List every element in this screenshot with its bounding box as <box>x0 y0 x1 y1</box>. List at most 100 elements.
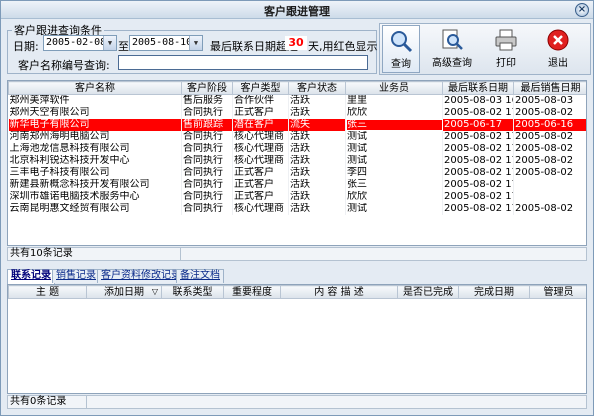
table-cell: 活跃 <box>288 178 346 191</box>
advanced-query-button[interactable]: 高级查询 <box>428 25 476 73</box>
customer-grid[interactable]: 客户名称 客户阶段 客户类型 客户状态 业务员 最后联系日期 最后销售日期 郑州… <box>7 80 587 246</box>
table-cell: 新华电子有限公司 <box>8 118 182 131</box>
table-cell: 新建县新概念科技开发有限公司 <box>8 178 182 191</box>
printer-icon <box>495 29 517 51</box>
column-header[interactable]: 主 题 <box>8 285 87 299</box>
table-row[interactable]: 郑州天空有限公司合同执行正式客户活跃欣欣2005-08-02 17:12005-… <box>8 106 586 119</box>
table-cell: 欣欣 <box>345 106 443 119</box>
table-cell: 活跃 <box>288 202 346 215</box>
table-cell: 合同执行 <box>181 190 233 203</box>
column-header[interactable]: 内 容 描 述 <box>280 285 398 299</box>
date-to-label: 至 <box>118 40 129 53</box>
table-cell: 合同执行 <box>181 106 233 119</box>
customer-record-count: 共有10条记录 <box>10 248 73 259</box>
contact-grid[interactable]: 主 题 添加日期 ▽ 联系类型 重要程度 内 容 描 述 是否已完成 完成日期 … <box>7 284 587 394</box>
date-to-picker[interactable]: 2005-08-10 ▼ <box>129 35 203 51</box>
table-cell: 合同执行 <box>181 142 233 155</box>
last-contact-suffix: 天,用红色显示 <box>308 40 378 53</box>
table-cell: 2005-08-02 17:1 <box>442 154 514 167</box>
table-cell: 正式客户 <box>232 190 289 203</box>
table-cell: 2005-08-02 <box>513 142 586 155</box>
table-row[interactable]: 新华电子有限公司 售前跟踪 潜在客户 流失 张三 2005-06-17 2005-06-16 <box>8 118 586 131</box>
days-input[interactable]: 30 <box>285 36 307 50</box>
table-cell: 2005-08-02 <box>513 106 586 119</box>
table-cell: 郑州美萍软件 <box>8 94 182 107</box>
table-cell: 2005-08-02 17:1 <box>442 106 514 119</box>
table-cell: 2005-08-02 <box>513 202 586 215</box>
table-cell: 核心代理商 <box>232 154 289 167</box>
column-header[interactable]: 客户名称 <box>8 81 182 95</box>
table-row[interactable]: 三丰电子科技有限公司合同执行正式客户活跃李四2005-08-02 17:0200… <box>8 166 586 179</box>
title-bar: 客户跟进管理 × <box>1 1 593 19</box>
chevron-down-icon[interactable]: ▼ <box>189 36 202 50</box>
table-cell: 2005-08-02 <box>513 154 586 167</box>
table-row[interactable]: 郑州美萍软件售后服务合作伙伴活跃里里2005-08-03 16:42005-08… <box>8 94 586 107</box>
table-cell: 活跃 <box>288 94 346 107</box>
table-cell <box>513 178 586 191</box>
date-from-picker[interactable]: 2005-02-08 ▼ <box>43 35 117 51</box>
column-header[interactable]: 客户类型 <box>232 81 289 95</box>
table-row[interactable]: 河南郑州海明电脑公司合同执行核心代理商活跃测试2005-08-02 17:120… <box>8 130 586 143</box>
table-cell: 张三 <box>345 118 443 131</box>
table-cell: 正式客户 <box>232 178 289 191</box>
contact-record-count: 共有0条记录 <box>10 396 67 407</box>
column-header[interactable]: 完成日期 <box>458 285 530 299</box>
column-header[interactable]: 最后销售日期 <box>513 81 586 95</box>
column-header[interactable]: 最后联系日期 <box>442 81 514 95</box>
tab-sales-records[interactable]: 销售记录 <box>52 269 100 283</box>
table-cell: 测试 <box>345 202 443 215</box>
exit-icon <box>547 29 569 51</box>
table-cell: 2005-08-02 17:0 <box>442 166 514 179</box>
table-cell: 流失 <box>288 118 346 131</box>
table-cell: 2005-08-02 <box>513 166 586 179</box>
table-cell: 云南昆明惠文经贸有限公司 <box>8 202 182 215</box>
advanced-query-label: 高级查询 <box>432 58 472 69</box>
table-cell: 三丰电子科技有限公司 <box>8 166 182 179</box>
table-cell: 合同执行 <box>181 166 233 179</box>
table-cell: 核心代理商 <box>232 202 289 215</box>
table-cell <box>513 190 586 203</box>
customer-followup-window: 客户跟进管理 × 客户跟进查询条件 日期: 2005-02-08 ▼ 至 200… <box>0 0 594 416</box>
close-icon[interactable]: × <box>575 3 589 17</box>
advanced-search-icon <box>442 29 463 50</box>
query-button[interactable]: 查询 <box>382 25 420 73</box>
column-header[interactable]: 管理员 <box>529 285 586 299</box>
date-from-value: 2005-02-08 <box>46 37 107 48</box>
table-row[interactable]: 上海池龙信息科技有限公司合同执行核心代理商活跃测试2005-08-02 17:1… <box>8 142 586 155</box>
print-button[interactable]: 打印 <box>484 25 528 73</box>
chevron-down-icon[interactable]: ▼ <box>103 36 116 50</box>
tab-customer-change-records[interactable]: 客户资料修改记录 <box>97 269 185 283</box>
column-header[interactable]: 客户阶段 <box>181 81 233 95</box>
table-cell: 测试 <box>345 154 443 167</box>
name-search-input[interactable] <box>118 55 368 70</box>
exit-button-label: 退出 <box>548 58 568 69</box>
column-header[interactable]: 业务员 <box>345 81 443 95</box>
tab-contact-records[interactable]: 联系记录 <box>7 269 55 284</box>
table-cell: 核心代理商 <box>232 130 289 143</box>
tab-notes[interactable]: 备注文档 <box>176 269 224 283</box>
table-row[interactable]: 云南昆明惠文经贸有限公司合同执行核心代理商活跃测试2005-08-02 17:1… <box>8 202 586 215</box>
table-row[interactable]: 深圳市雄诺电脑技术服务中心合同执行正式客户活跃欣欣2005-08-02 17:2 <box>8 190 586 203</box>
table-cell: 合同执行 <box>181 154 233 167</box>
date-label: 日期: <box>13 40 39 53</box>
column-header[interactable]: 是否已完成 <box>397 285 459 299</box>
table-row[interactable]: 新建县新概念科技开发有限公司合同执行正式客户活跃张三2005-08-02 17:… <box>8 178 586 191</box>
column-header[interactable]: 重要程度 <box>223 285 281 299</box>
contact-grid-header: 主 题 添加日期 ▽ 联系类型 重要程度 内 容 描 述 是否已完成 完成日期 … <box>8 285 586 299</box>
toolbar: 查询 高级查询 打印 退出 <box>379 23 591 75</box>
name-search-label: 客户名称编号查询: <box>18 59 110 72</box>
table-cell: 2005-08-03 16:4 <box>442 94 514 107</box>
sort-icon[interactable]: ▽ <box>152 287 158 298</box>
exit-button[interactable]: 退出 <box>536 25 580 73</box>
column-header-label: 添加日期 <box>104 286 144 298</box>
table-row[interactable]: 北京科利锐达科技开发中心合同执行核心代理商活跃测试2005-08-02 17:1… <box>8 154 586 167</box>
table-cell: 2005-08-03 <box>513 94 586 107</box>
table-cell: 北京科利锐达科技开发中心 <box>8 154 182 167</box>
table-cell: 合同执行 <box>181 178 233 191</box>
table-cell: 2005-08-02 17:1 <box>442 130 514 143</box>
table-cell: 合同执行 <box>181 202 233 215</box>
column-header[interactable]: 联系类型 <box>161 285 224 299</box>
column-header[interactable]: 添加日期 ▽ <box>86 285 162 299</box>
column-header[interactable]: 客户状态 <box>288 81 346 95</box>
table-cell: 正式客户 <box>232 106 289 119</box>
